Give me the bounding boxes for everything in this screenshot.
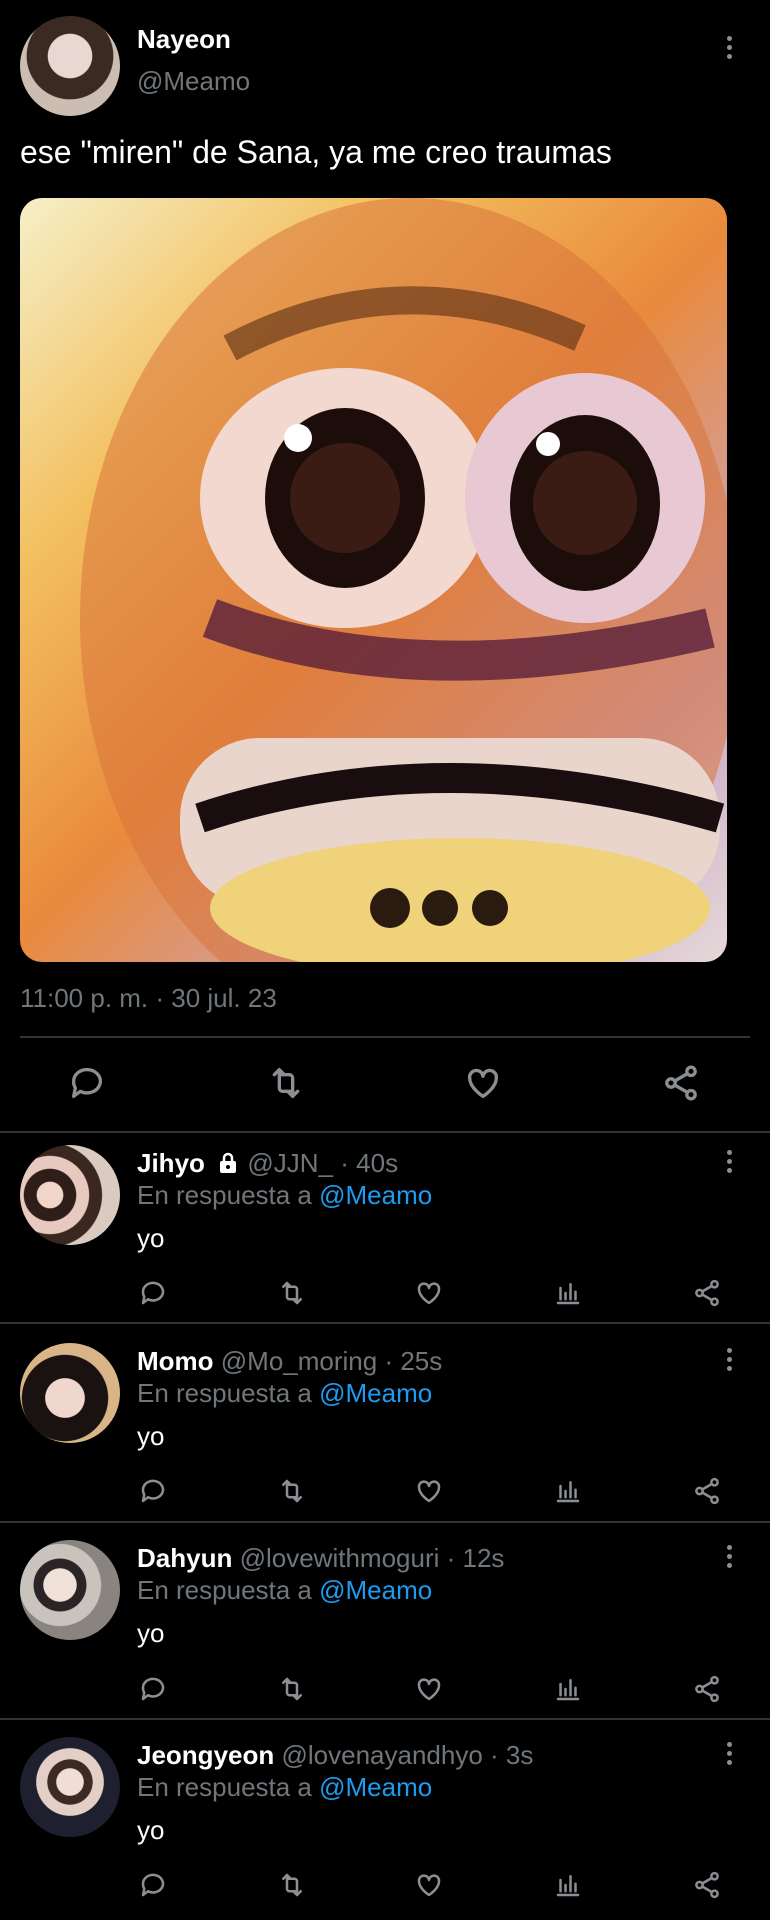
share-icon[interactable] [691,1870,723,1900]
avatar-dahyun[interactable] [20,1540,120,1640]
views-icon[interactable] [553,1476,583,1506]
like-icon[interactable] [463,1063,503,1103]
reply-divider [0,1322,770,1324]
author-handle[interactable]: @Meamo [137,66,250,97]
views-icon[interactable] [553,1278,583,1308]
reply-author-name[interactable]: Dahyun [137,1543,232,1573]
reply-handle[interactable]: @JJN_ [247,1148,333,1178]
reply-time: · 40s [340,1148,399,1178]
reply-time: · 12s [446,1543,505,1573]
tweet-timestamp: 11:00 p. m. · 30 jul. 23 [20,983,277,1013]
reply-divider [0,1521,770,1523]
reply-prefix: En respuesta a [137,1378,312,1408]
reply-icon[interactable] [138,1278,168,1308]
reply-handle[interactable]: @lovenayandhyo [281,1740,482,1770]
reply-to-link[interactable]: @Meamo [319,1378,432,1408]
tweet-media[interactable] [20,198,727,962]
views-icon[interactable] [553,1674,583,1704]
share-icon[interactable] [660,1063,702,1103]
like-icon[interactable] [414,1870,444,1900]
retweet-icon[interactable] [265,1063,307,1103]
reply-author-name[interactable]: Jihyo [137,1148,205,1178]
thread-divider [0,1131,770,1133]
avatar-nayeon[interactable] [20,16,120,116]
reply-author-name[interactable]: Jeongyeon [137,1740,274,1770]
retweet-icon[interactable] [276,1674,308,1704]
reply-to-link[interactable]: @Meamo [319,1575,432,1605]
tweet-text: ese "miren" de Sana, ya me creo traumas [20,134,612,170]
timestamp-divider [20,1036,750,1038]
reply-prefix: En respuesta a [137,1180,312,1210]
retweet-icon[interactable] [276,1476,308,1506]
cartoon-face-image [80,198,727,962]
more-options-icon[interactable] [725,1150,733,1173]
avatar-jihyo[interactable] [20,1145,120,1245]
more-options-icon[interactable] [725,1742,733,1765]
more-options-icon[interactable] [725,1545,733,1568]
like-icon[interactable] [414,1674,444,1704]
reply-text: yo [137,1618,165,1648]
retweet-icon[interactable] [276,1278,308,1308]
reply-handle[interactable]: @lovewithmoguri [240,1543,440,1573]
reply-time: · 25s [384,1346,443,1376]
reply-handle[interactable]: @Mo_moring [221,1346,377,1376]
reply-to-link[interactable]: @Meamo [319,1772,432,1802]
reply-text: yo [137,1815,165,1845]
share-icon[interactable] [691,1476,723,1506]
reply-icon[interactable] [138,1870,168,1900]
views-icon[interactable] [553,1870,583,1900]
reply-icon[interactable] [138,1674,168,1704]
share-icon[interactable] [691,1278,723,1308]
reply-divider [0,1718,770,1720]
avatar-momo[interactable] [20,1343,120,1443]
reply-icon[interactable] [67,1063,107,1103]
author-name[interactable]: Nayeon [137,24,231,55]
avatar-jeongyeon[interactable] [20,1737,120,1837]
reply-to-link[interactable]: @Meamo [319,1180,432,1210]
like-icon[interactable] [414,1476,444,1506]
more-options-icon[interactable] [725,36,733,59]
reply-author-name[interactable]: Momo [137,1346,214,1376]
retweet-icon[interactable] [276,1870,308,1900]
reply-icon[interactable] [138,1476,168,1506]
reply-text: yo [137,1421,165,1451]
more-options-icon[interactable] [725,1348,733,1371]
reply-prefix: En respuesta a [137,1575,312,1605]
reply-text: yo [137,1223,165,1253]
reply-time: · 3s [490,1740,534,1770]
reply-prefix: En respuesta a [137,1772,312,1802]
share-icon[interactable] [691,1674,723,1704]
lock-icon [220,1152,237,1173]
like-icon[interactable] [414,1278,444,1308]
